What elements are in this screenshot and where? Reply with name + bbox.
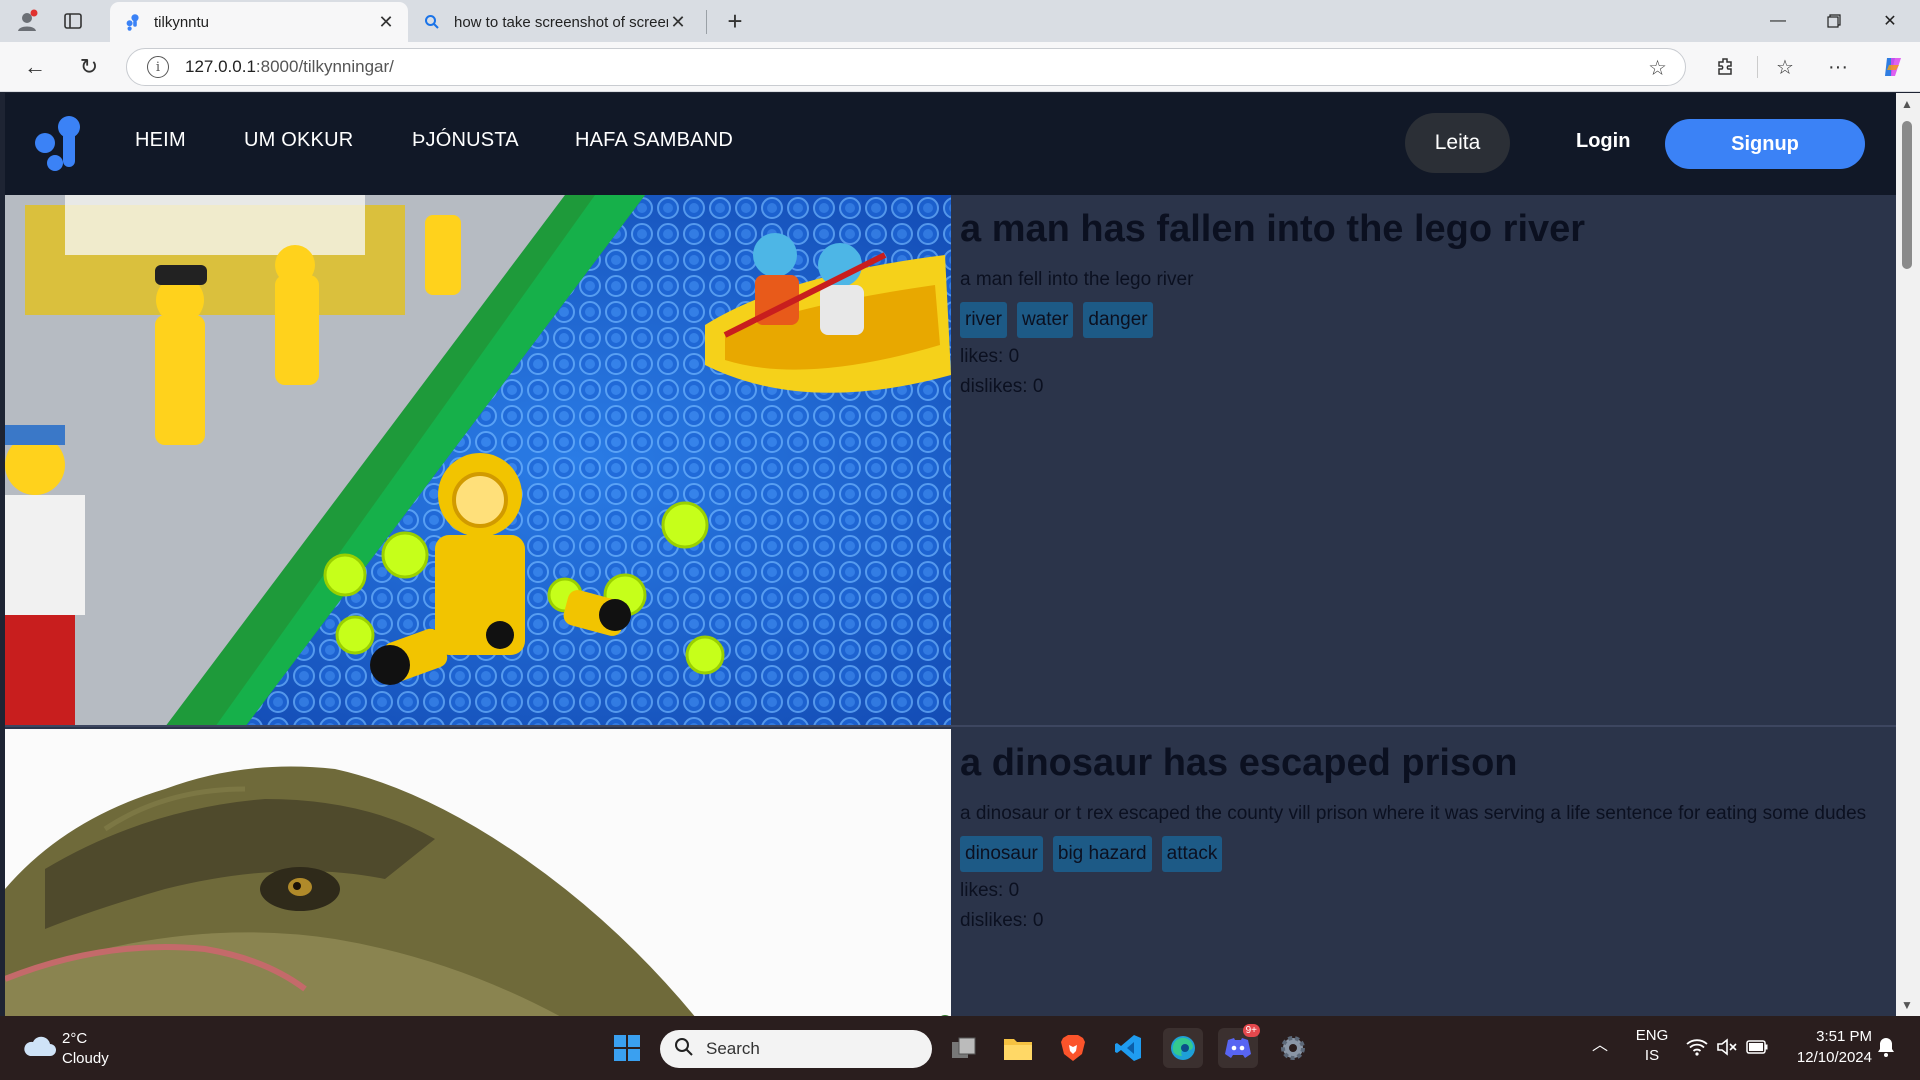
taskbar-search-box[interactable]: Search <box>660 1030 932 1068</box>
post-tags: river water danger <box>960 302 1880 338</box>
search-button[interactable]: Leita <box>1405 113 1510 173</box>
scroll-down-icon[interactable]: ▼ <box>1901 998 1913 1012</box>
start-windows-icon[interactable] <box>607 1028 647 1068</box>
dislikes-count: dislikes: 0 <box>960 910 1044 931</box>
post-tags: dinosaur big hazard attack <box>960 836 1880 872</box>
new-tab-icon[interactable]: + <box>720 6 750 36</box>
post-body: a man has fallen into the lego river a m… <box>960 195 1880 398</box>
scrollbar-thumb[interactable] <box>1902 121 1912 269</box>
tag-badge[interactable]: water <box>1016 302 1074 338</box>
tab-separator <box>706 10 707 34</box>
favorites-icon[interactable]: ☆ <box>1770 52 1800 82</box>
search-favicon-icon <box>422 12 442 32</box>
tab-title: how to take screenshot of screen <box>454 13 668 31</box>
clock-date[interactable]: 12/10/2024 <box>1782 1048 1872 1068</box>
file-explorer-icon[interactable] <box>998 1028 1038 1068</box>
address-bar[interactable]: i 127.0.0.1:8000/tilkynningar/ ☆ <box>126 48 1686 86</box>
browser-toolbar: ← ↻ i 127.0.0.1:8000/tilkynningar/ ☆ ☆ ·… <box>0 42 1920 92</box>
close-window-icon[interactable]: ✕ <box>1862 0 1918 42</box>
post-title[interactable]: a man has fallen into the lego river <box>960 205 1880 253</box>
settings-gear-icon[interactable] <box>1273 1028 1313 1068</box>
notifications-bell-icon[interactable] <box>1876 1036 1896 1063</box>
site-navbar: HEIM UM OKKUR ÞJÓNUSTA HAFA SAMBAND Leit… <box>5 93 1896 195</box>
clock-time[interactable]: 3:51 PM <box>1782 1027 1872 1047</box>
profile-icon[interactable] <box>12 6 42 36</box>
extensions-icon[interactable] <box>1710 52 1740 82</box>
nav-link-thjonusta[interactable]: ÞJÓNUSTA <box>412 129 519 152</box>
restore-icon[interactable] <box>1806 0 1862 42</box>
wifi-icon[interactable] <box>1686 1038 1708 1061</box>
weather-temp: 2°C <box>62 1030 88 1047</box>
favorite-star-icon[interactable]: ☆ <box>1648 56 1667 81</box>
back-icon[interactable]: ← <box>18 50 52 84</box>
vscode-icon[interactable] <box>1108 1028 1148 1068</box>
show-hidden-icons-chevron-icon[interactable]: ︿ <box>1592 1036 1608 1056</box>
edge-browser-icon[interactable] <box>1163 1028 1203 1068</box>
site-info-icon[interactable]: i <box>147 56 169 78</box>
battery-icon[interactable] <box>1746 1040 1768 1059</box>
page-viewport: HEIM UM OKKUR ÞJÓNUSTA HAFA SAMBAND Leit… <box>5 93 1896 1016</box>
discord-icon[interactable]: 9+ <box>1218 1024 1260 1068</box>
post-title[interactable]: a dinosaur has escaped prison <box>960 739 1880 787</box>
discord-badge: 9+ <box>1242 1024 1260 1037</box>
copilot-icon[interactable] <box>1878 52 1908 82</box>
weather-desc: Cloudy <box>62 1050 109 1067</box>
tag-badge[interactable]: river <box>960 302 1007 338</box>
reload-icon[interactable]: ↻ <box>72 50 106 84</box>
likes-count: likes: 0 <box>960 880 1020 901</box>
tab-actions-icon[interactable] <box>58 6 88 36</box>
tab-search-screenshot[interactable]: how to take screenshot of screen ✕ <box>410 2 700 42</box>
tab-tilkynntu[interactable]: tilkynntu ✕ <box>110 2 408 42</box>
toolbar-divider <box>1757 56 1758 78</box>
likes-count: likes: 0 <box>960 346 1020 367</box>
brave-browser-icon[interactable] <box>1053 1028 1093 1068</box>
post-card: a dinosaur has escaped prison a dinosaur… <box>5 729 1896 1016</box>
task-view-icon[interactable] <box>944 1028 984 1068</box>
search-icon <box>674 1037 694 1062</box>
volume-muted-icon[interactable] <box>1716 1038 1738 1061</box>
address-url: 127.0.0.1:8000/tilkynningar/ <box>185 57 394 76</box>
post-body: a dinosaur has escaped prison a dinosaur… <box>960 729 1880 932</box>
post-image-lego-river <box>5 195 951 725</box>
close-tab-icon[interactable]: ✕ <box>376 12 396 33</box>
dislikes-count: dislikes: 0 <box>960 376 1044 397</box>
minimize-icon[interactable]: — <box>1750 0 1806 42</box>
login-link[interactable]: Login <box>1576 130 1630 153</box>
scroll-up-icon[interactable]: ▲ <box>1901 97 1913 111</box>
weather-cloud-icon[interactable] <box>22 1032 56 1063</box>
signup-button[interactable]: Signup <box>1665 119 1865 169</box>
nav-link-hafa-samband[interactable]: HAFA SAMBAND <box>575 129 733 152</box>
tab-title: tilkynntu <box>154 13 210 31</box>
site-logo[interactable] <box>27 113 87 173</box>
language-indicator[interactable]: ENG IS <box>1634 1026 1670 1066</box>
post-description: a man fell into the lego river <box>960 269 1194 290</box>
search-placeholder: Search <box>706 1039 760 1058</box>
windows-taskbar: 2°C Cloudy Search 9+ ︿ ENG IS 3:51 PM 12… <box>0 1016 1920 1080</box>
page-scrollbar[interactable]: ▲ ▼ <box>1896 93 1920 1016</box>
browser-tab-bar: tilkynntu ✕ how to take screenshot of sc… <box>0 0 1920 42</box>
post-image-dinosaur <box>5 729 951 1016</box>
tag-badge[interactable]: dinosaur <box>960 836 1043 872</box>
post-card: a man has fallen into the lego river a m… <box>5 195 1896 727</box>
close-tab-icon[interactable]: ✕ <box>668 12 688 33</box>
more-options-icon[interactable]: ··· <box>1823 52 1853 82</box>
site-favicon-icon <box>122 12 142 32</box>
tag-badge[interactable]: big hazard <box>1052 836 1152 872</box>
nav-link-um-okkur[interactable]: UM OKKUR <box>244 129 353 152</box>
tag-badge[interactable]: danger <box>1083 302 1153 338</box>
post-description: a dinosaur or t rex escaped the county v… <box>960 803 1867 824</box>
nav-link-heim[interactable]: HEIM <box>135 129 186 152</box>
tag-badge[interactable]: attack <box>1161 836 1223 872</box>
